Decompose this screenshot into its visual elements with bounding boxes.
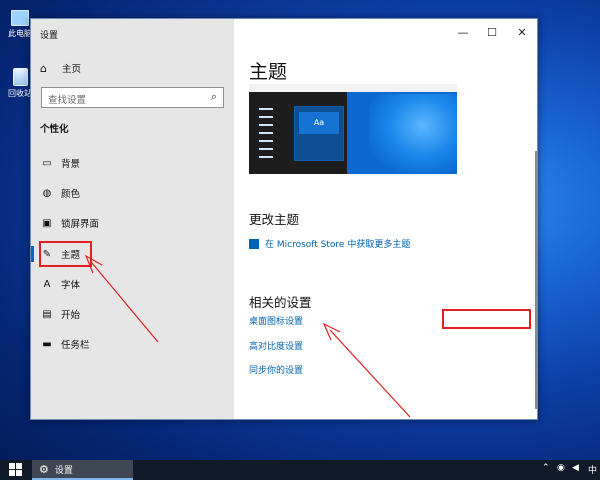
sidebar-item-label: 任务栏	[61, 340, 90, 351]
preview-wallpaper	[369, 94, 457, 174]
network-icon[interactable]: ◉	[557, 463, 565, 473]
search-placeholder: 查找设置	[48, 95, 87, 106]
sidebar-item-home[interactable]: ⌂ 主页	[40, 61, 82, 76]
windows-logo-icon	[9, 463, 15, 469]
preview-line	[259, 116, 273, 118]
sidebar-item-label: 背景	[61, 159, 81, 170]
windows-logo-icon	[16, 463, 22, 469]
sidebar-item-label: 锁屏界面	[61, 219, 100, 230]
preview-line	[259, 148, 273, 150]
chevron-up-icon[interactable]: ⌃	[542, 463, 550, 473]
sidebar-item-taskbar[interactable]: ▬ 任务栏	[31, 333, 234, 355]
taskbar-app-settings[interactable]: ⚙ 设置	[32, 460, 133, 480]
taskbar-app-label: 设置	[54, 465, 73, 476]
preview-line	[259, 132, 273, 134]
computer-icon	[11, 10, 29, 26]
sync-settings-link[interactable]: 同步你的设置	[249, 363, 303, 376]
search-icon: ⌕	[210, 90, 217, 103]
related-settings-heading: 相关的设置	[249, 295, 312, 310]
sidebar-item-label: 开始	[61, 310, 81, 321]
gear-icon: ⚙	[39, 462, 49, 476]
preview-line	[259, 140, 273, 142]
recycle-bin-icon	[12, 68, 28, 86]
scrollbar[interactable]	[535, 151, 537, 409]
taskbar-icon: ▬	[42, 338, 52, 350]
main-content: 主题 Aa 更改主题 在 Microsoft Store 中获取更多主题 相关的…	[234, 19, 537, 419]
page-title: 主题	[249, 61, 288, 83]
windows-logo-icon	[9, 470, 15, 476]
minimize-button[interactable]: —	[449, 24, 477, 42]
window-title: 设置	[40, 31, 59, 41]
desktop-icon-settings-link[interactable]: 桌面图标设置	[249, 314, 303, 327]
theme-preview: Aa	[249, 84, 457, 174]
search-input[interactable]: 查找设置 ⌕	[41, 87, 224, 108]
store-link-label: 在 Microsoft Store 中获取更多主题	[265, 240, 411, 250]
sidebar-item-color[interactable]: ◍ 颜色	[31, 182, 234, 204]
preview-titlebar	[249, 84, 457, 92]
preview-line	[259, 124, 273, 126]
palette-icon: ◍	[42, 187, 52, 199]
lock-screen-icon: ▣	[42, 217, 52, 229]
sidebar-item-label: 颜色	[61, 189, 81, 200]
preview-line	[259, 108, 273, 110]
picture-icon: ▭	[42, 157, 52, 169]
annotation-box-theme	[39, 241, 92, 267]
sidebar: 设置 ⌂ 主页 查找设置 ⌕ 个性化 ▭ 背景 ◍ 颜色 ▣ 锁屏界面 ✎ 主题…	[31, 19, 234, 419]
start-button[interactable]	[9, 463, 22, 476]
windows-logo-icon	[16, 470, 22, 476]
start-menu-icon: ▤	[42, 308, 52, 320]
ime-indicator[interactable]: 中	[588, 463, 597, 476]
change-theme-heading: 更改主题	[249, 212, 300, 227]
maximize-button[interactable]: ☐	[478, 24, 506, 42]
section-title: 个性化	[40, 124, 69, 135]
volume-icon[interactable]: ◀	[572, 463, 579, 473]
sidebar-item-label: 主页	[62, 64, 82, 75]
high-contrast-settings-link[interactable]: 高对比度设置	[249, 339, 303, 352]
sidebar-item-start[interactable]: ▤ 开始	[31, 303, 234, 325]
sidebar-item-label: 字体	[61, 280, 81, 291]
sidebar-item-font[interactable]: A 字体	[31, 273, 234, 295]
close-button[interactable]: ✕	[508, 24, 536, 42]
annotation-box-desktop-icons	[442, 309, 531, 329]
preview-line	[259, 156, 273, 158]
home-icon: ⌂	[40, 61, 47, 75]
store-link[interactable]: 在 Microsoft Store 中获取更多主题	[249, 237, 410, 250]
sidebar-item-background[interactable]: ▭ 背景	[31, 152, 234, 174]
sidebar-item-lock-screen[interactable]: ▣ 锁屏界面	[31, 212, 234, 234]
preview-sample-text: Aa	[299, 112, 339, 134]
settings-window: 设置 ⌂ 主页 查找设置 ⌕ 个性化 ▭ 背景 ◍ 颜色 ▣ 锁屏界面 ✎ 主题…	[30, 18, 538, 420]
taskbar: ⚙ 设置 ⌃ ◉ ◀ 中	[0, 460, 600, 480]
store-icon	[249, 238, 259, 249]
font-icon: A	[43, 278, 51, 290]
